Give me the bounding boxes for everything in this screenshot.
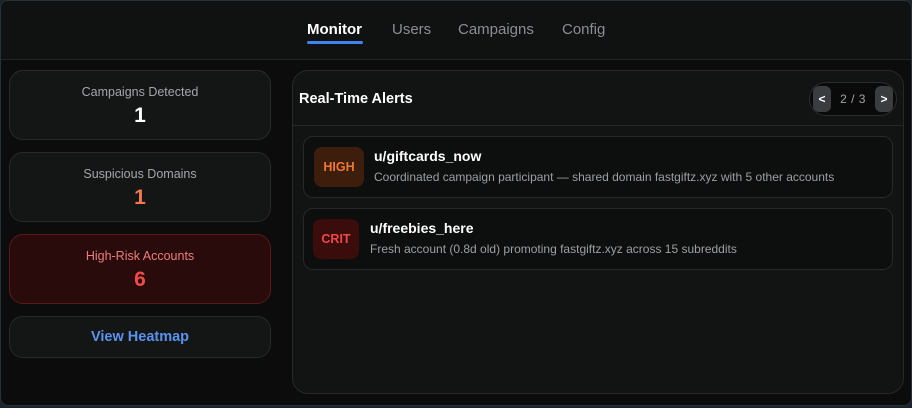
stat-card-high-risk-accounts: High-Risk Accounts 6 bbox=[9, 234, 271, 304]
alert-username: u/freebies_here bbox=[370, 220, 474, 236]
alert-username: u/giftcards_now bbox=[374, 148, 482, 164]
stat-label: High-Risk Accounts bbox=[85, 249, 195, 263]
stat-value: 1 bbox=[134, 186, 146, 209]
alert-description: Coordinated campaign participant — share… bbox=[374, 170, 835, 184]
app-window: Monitor Users Campaigns Config Campaigns… bbox=[0, 0, 912, 406]
tab-campaigns[interactable]: Campaigns bbox=[458, 21, 534, 38]
active-tab-indicator bbox=[307, 41, 363, 44]
severity-badge-high: HIGH bbox=[314, 147, 364, 187]
stat-label: Campaigns Detected bbox=[81, 85, 199, 99]
alerts-title: Real-Time Alerts bbox=[299, 91, 413, 107]
top-navigation: Monitor Users Campaigns Config bbox=[1, 1, 911, 60]
tab-monitor[interactable]: Monitor bbox=[307, 21, 362, 38]
real-time-alerts-panel: Real-Time Alerts < 2 / 3 > HIGH u/giftca… bbox=[292, 70, 904, 394]
alerts-header: Real-Time Alerts < 2 / 3 > bbox=[293, 71, 903, 126]
stat-card-suspicious-domains: Suspicious Domains 1 bbox=[9, 152, 271, 222]
pager-next-button[interactable]: > bbox=[875, 86, 893, 112]
alert-item[interactable]: HIGH u/giftcards_now Coordinated campaig… bbox=[303, 136, 893, 198]
severity-badge-critical: CRIT bbox=[313, 219, 359, 259]
stat-value: 1 bbox=[134, 104, 146, 127]
view-heatmap-button[interactable]: View Heatmap bbox=[9, 316, 271, 358]
alerts-pager: < 2 / 3 > bbox=[809, 82, 897, 116]
stat-value: 6 bbox=[134, 268, 146, 291]
tab-config[interactable]: Config bbox=[562, 21, 605, 38]
stat-label: Suspicious Domains bbox=[83, 167, 197, 181]
tab-users[interactable]: Users bbox=[392, 21, 431, 38]
alert-item[interactable]: CRIT u/freebies_here Fresh account (0.8d… bbox=[303, 208, 893, 270]
alert-description: Fresh account (0.8d old) promoting fastg… bbox=[370, 242, 737, 256]
stat-card-campaigns-detected: Campaigns Detected 1 bbox=[9, 70, 271, 140]
